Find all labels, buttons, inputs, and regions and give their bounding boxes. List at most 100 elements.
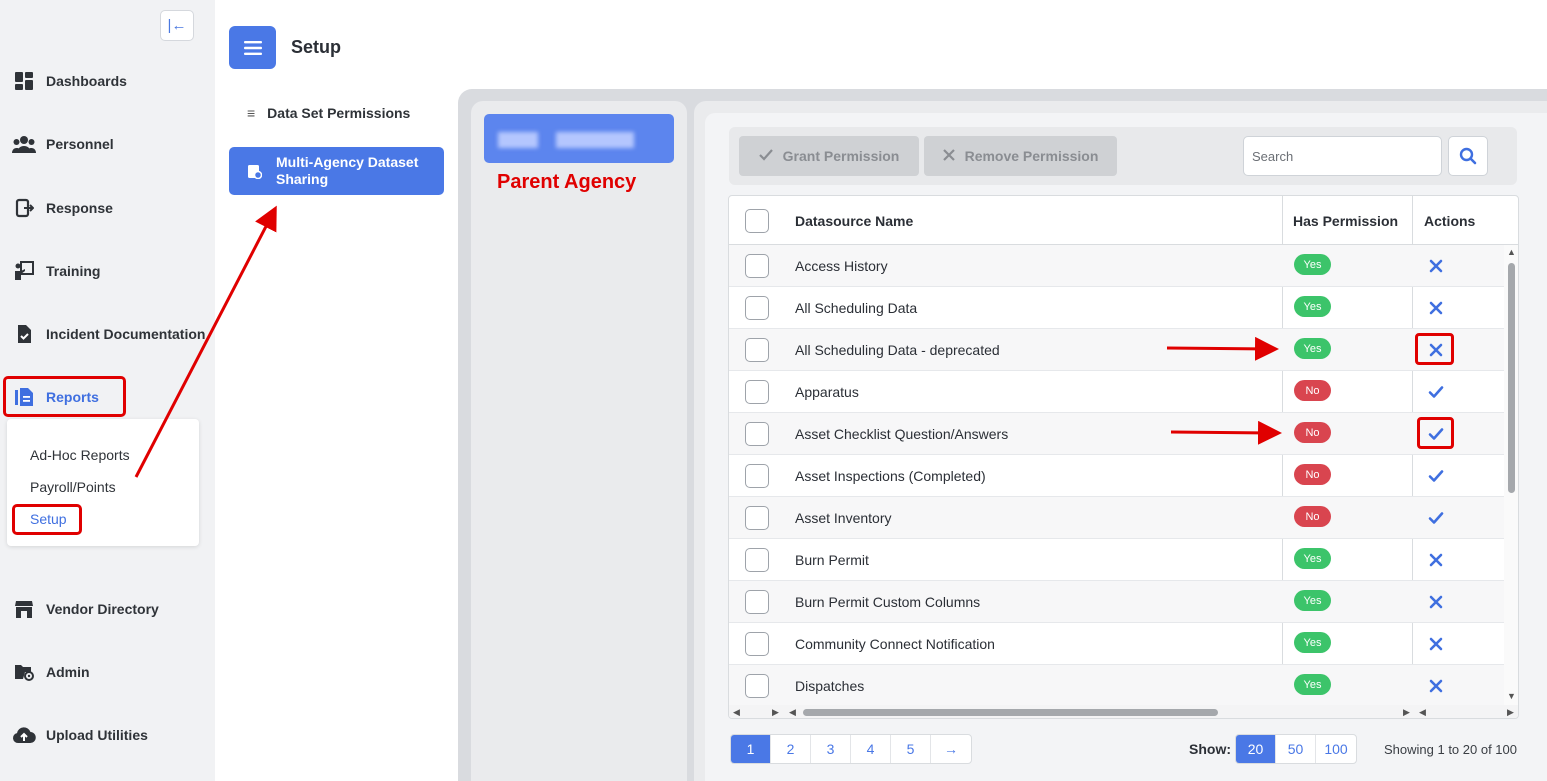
page-button-2[interactable]: 2	[771, 735, 811, 763]
scroll-right-icon[interactable]: ▶	[1507, 707, 1514, 718]
sidebar-item-label: Dashboards	[46, 73, 127, 89]
parent-agency-annotation: Parent Agency	[497, 171, 637, 193]
scroll-right-icon[interactable]: ▶	[1403, 707, 1410, 718]
horizontal-scroll-thumb[interactable]	[803, 709, 1218, 716]
folder-gear-icon	[0, 662, 46, 682]
close-icon	[1429, 553, 1443, 567]
datasource-name: Dispatches	[795, 678, 865, 694]
remove-permission-action[interactable]	[1424, 254, 1448, 278]
close-icon	[942, 148, 955, 164]
reports-highlight-box	[3, 376, 126, 417]
table-row[interactable]: Asset Inspections (Completed) No	[729, 455, 1504, 497]
row-checkbox[interactable]	[745, 674, 769, 698]
next-page-button[interactable]: →	[931, 735, 971, 763]
row-checkbox[interactable]	[745, 296, 769, 320]
grant-permission-action[interactable]	[1424, 464, 1448, 488]
table-row[interactable]: Asset Inventory No	[729, 497, 1504, 539]
table-row[interactable]: Dispatches Yes	[729, 665, 1504, 707]
page-size-50[interactable]: 50	[1276, 735, 1316, 763]
row-checkbox[interactable]	[745, 590, 769, 614]
row-checkbox[interactable]	[745, 338, 769, 362]
datasource-name: All Scheduling Data - deprecated	[795, 342, 1000, 358]
search-button[interactable]	[1448, 136, 1488, 176]
page-button-5[interactable]: 5	[891, 735, 931, 763]
remove-permission-action[interactable]	[1424, 632, 1448, 656]
sidebar-item-label: Personnel	[46, 136, 114, 152]
vertical-scroll-thumb[interactable]	[1508, 263, 1515, 493]
grant-permission-action[interactable]	[1424, 380, 1448, 404]
select-all-checkbox[interactable]	[745, 208, 769, 233]
row-checkbox[interactable]	[745, 380, 769, 404]
submenu-item-payroll-points[interactable]: Payroll/Points	[30, 479, 116, 495]
scroll-down-icon[interactable]: ▼	[1507, 691, 1516, 701]
table-header: Datasource Name Has Permission Actions	[729, 196, 1518, 245]
row-checkbox[interactable]	[745, 548, 769, 572]
table-row[interactable]: Access History Yes	[729, 245, 1504, 287]
permission-badge: Yes	[1294, 590, 1331, 611]
page-size-20[interactable]: 20	[1236, 735, 1276, 763]
sidebar-item-admin[interactable]: Admin	[0, 652, 215, 692]
remove-permission-action[interactable]	[1424, 296, 1448, 320]
row-checkbox[interactable]	[745, 632, 769, 656]
collapse-sidebar-button[interactable]: |←	[160, 10, 194, 41]
scroll-left-icon[interactable]: ◀	[733, 707, 740, 718]
scroll-up-icon[interactable]: ▲	[1507, 247, 1516, 257]
sidebar-item-response[interactable]: Response	[0, 188, 215, 228]
agency-item-selected[interactable]	[484, 114, 674, 163]
table-row[interactable]: All Scheduling Data Yes	[729, 287, 1504, 329]
remove-permission-action[interactable]	[1424, 548, 1448, 572]
row-checkbox[interactable]	[745, 254, 769, 278]
row-checkbox[interactable]	[745, 464, 769, 488]
sidebar-item-personnel[interactable]: Personnel	[0, 124, 215, 164]
table-row[interactable]: Burn Permit Custom Columns Yes	[729, 581, 1504, 623]
remove-permission-action[interactable]	[1424, 674, 1448, 698]
column-header-has-permission[interactable]: Has Permission	[1293, 196, 1398, 245]
sidebar-item-training[interactable]: Training	[0, 251, 215, 291]
scroll-right-icon[interactable]: ▶	[772, 707, 779, 718]
grant-permission-button[interactable]: Grant Permission	[739, 136, 919, 176]
sidebar-item-incident-documentation[interactable]: Incident Documentation	[0, 314, 215, 354]
sidebar-item-upload-utilities[interactable]: Upload Utilities	[0, 715, 215, 755]
row-checkbox[interactable]	[745, 506, 769, 530]
row-checkbox[interactable]	[745, 422, 769, 446]
grant-permission-action[interactable]	[1424, 506, 1448, 530]
table-row[interactable]: Apparatus No	[729, 371, 1504, 413]
subnav-multi-agency-dataset-sharing[interactable]: Multi-Agency Dataset Sharing	[229, 147, 444, 195]
page-button-3[interactable]: 3	[811, 735, 851, 763]
page-size-100[interactable]: 100	[1316, 735, 1356, 763]
check-icon	[758, 148, 773, 164]
sidebar-item-vendor-directory[interactable]: Vendor Directory	[0, 589, 215, 629]
table-row[interactable]: Burn Permit Yes	[729, 539, 1504, 581]
search-input[interactable]	[1243, 136, 1442, 176]
table-row[interactable]: All Scheduling Data - deprecated Yes	[729, 329, 1504, 371]
datasource-name: Burn Permit	[795, 552, 869, 568]
scroll-left-icon[interactable]: ◀	[1419, 707, 1426, 718]
showing-count: Showing 1 to 20 of 100	[1384, 742, 1517, 757]
permission-badge: Yes	[1294, 632, 1331, 653]
table-row[interactable]: Asset Checklist Question/Answers No	[729, 413, 1504, 455]
horizontal-scrollbar[interactable]: ◀ ▶ ◀ ▶ ◀ ▶	[729, 705, 1518, 718]
submenu-item-ad-hoc-reports[interactable]: Ad-Hoc Reports	[30, 447, 130, 463]
sidebar-item-dashboards[interactable]: Dashboards	[0, 61, 215, 101]
dataset-share-icon	[247, 164, 262, 179]
permission-badge: No	[1294, 380, 1331, 401]
table-row[interactable]: Community Connect Notification Yes	[729, 623, 1504, 665]
remove-permission-button[interactable]: Remove Permission	[924, 136, 1117, 176]
subnav-data-set-permissions[interactable]: ≡ Data Set Permissions	[229, 96, 444, 130]
remove-permission-action[interactable]	[1424, 590, 1448, 614]
vertical-scrollbar[interactable]: ▲ ▼	[1504, 245, 1518, 705]
page-button-1[interactable]: 1	[731, 735, 771, 763]
page-button-4[interactable]: 4	[851, 735, 891, 763]
scroll-left-icon[interactable]: ◀	[789, 707, 796, 718]
sidebar-item-label: Response	[46, 200, 113, 216]
sidebar-item-label: Training	[46, 263, 101, 279]
row-checkbox-cell	[745, 632, 769, 656]
column-header-datasource-name[interactable]: Datasource Name	[795, 196, 913, 245]
menu-toggle-button[interactable]	[229, 26, 276, 69]
store-icon	[0, 599, 46, 619]
close-icon	[1429, 259, 1443, 273]
redacted-text	[556, 132, 634, 148]
row-checkbox-cell	[745, 506, 769, 530]
training-icon	[0, 261, 46, 281]
response-icon	[0, 198, 46, 218]
